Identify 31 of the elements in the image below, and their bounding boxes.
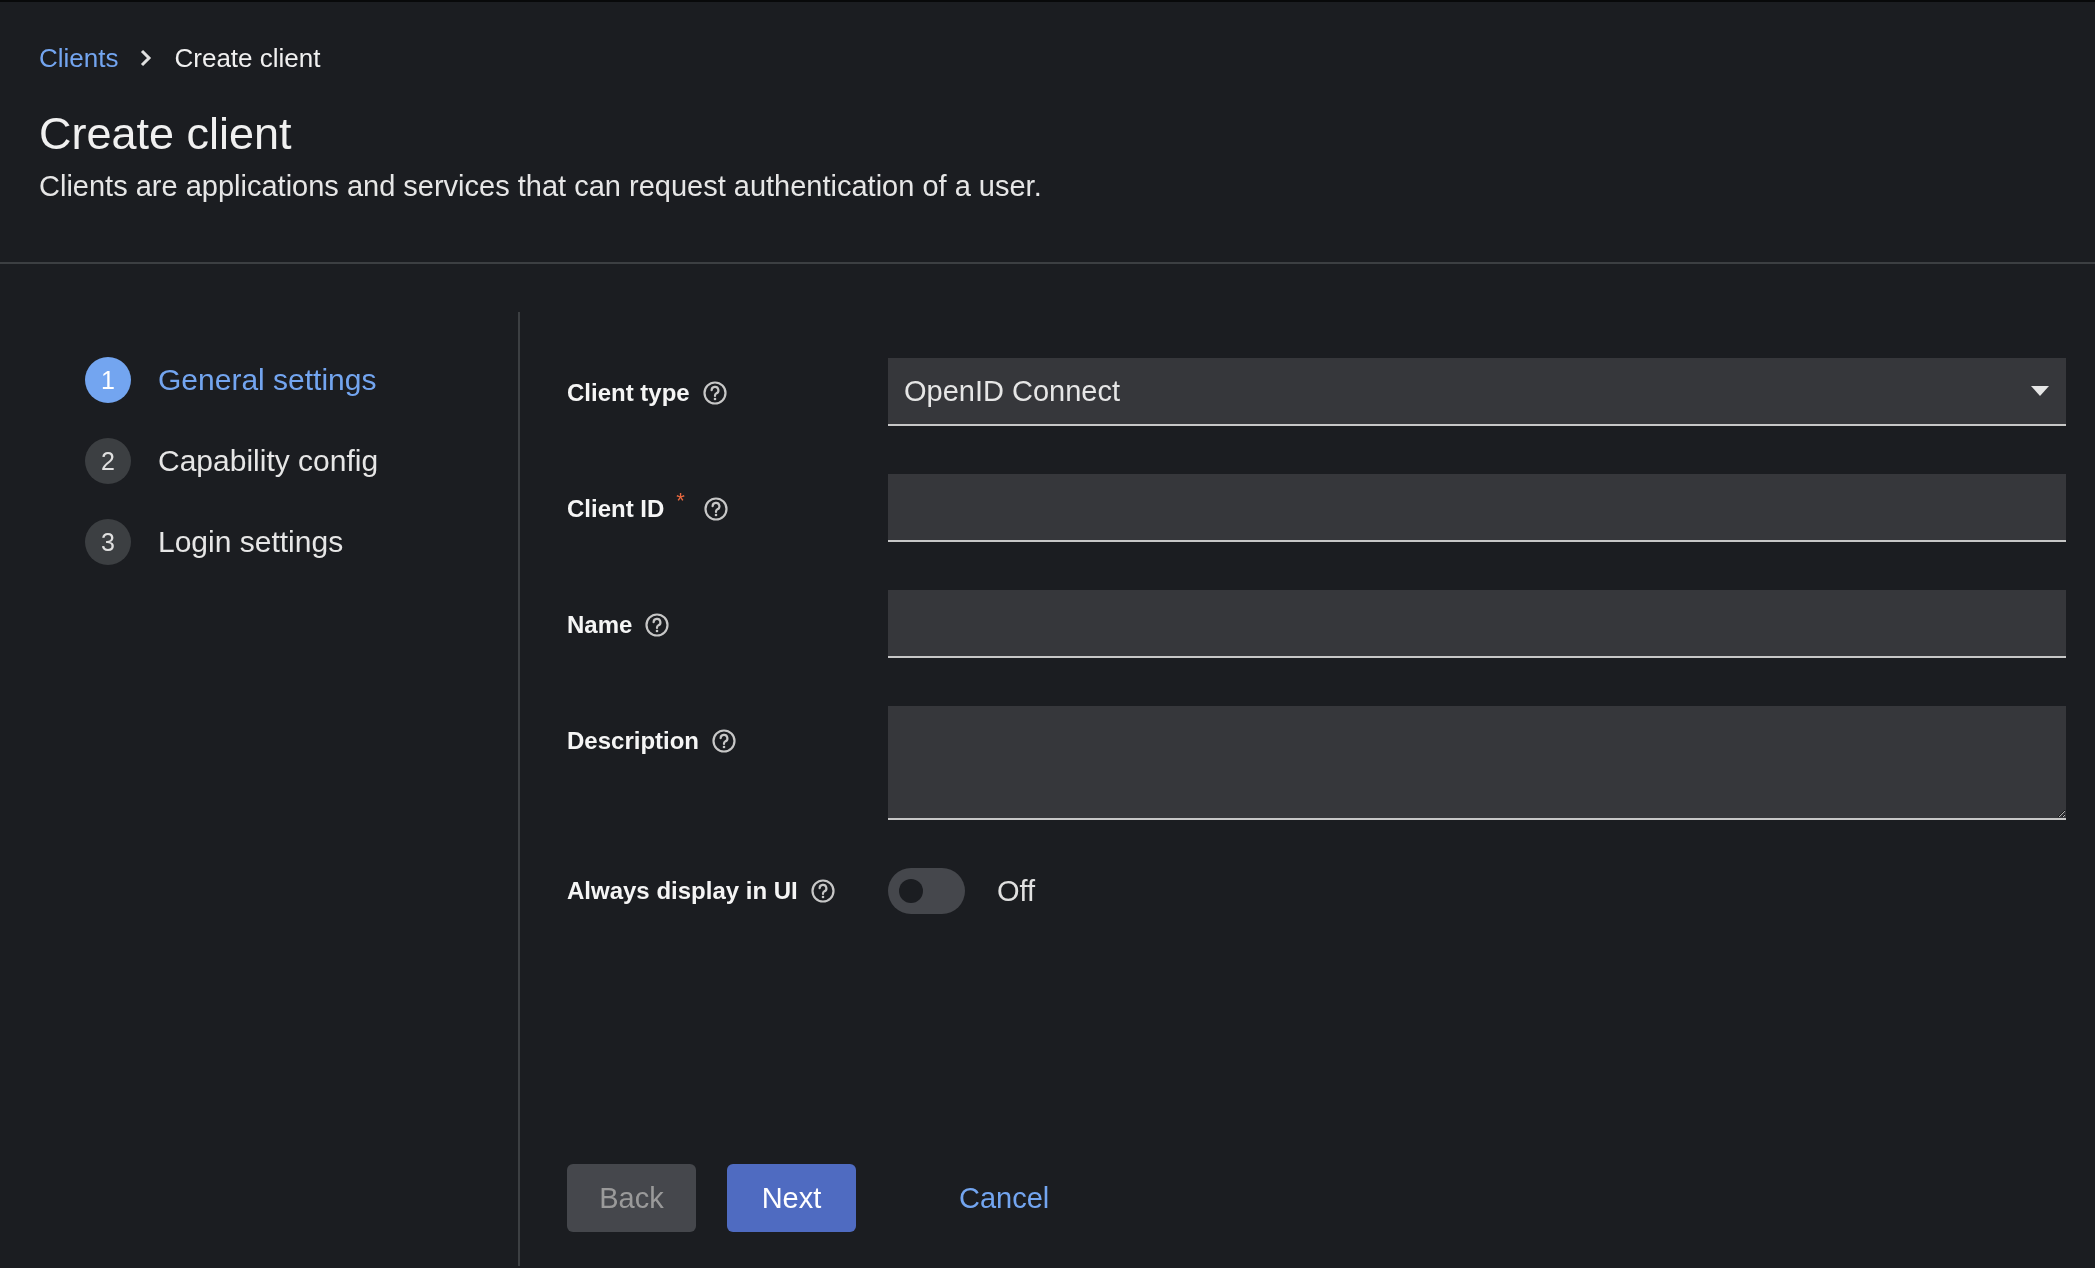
page-title: Create client (39, 108, 293, 160)
step-link[interactable]: Capability config (158, 444, 379, 478)
field-label: Client type (567, 379, 690, 407)
required-mark: * (676, 488, 685, 514)
breadcrumb-link[interactable]: Clients (39, 42, 119, 74)
chevron-icon (140, 49, 153, 67)
field-label: Description (567, 727, 700, 755)
step-number: 3 (85, 519, 131, 565)
primary-button[interactable]: Next (727, 1164, 856, 1232)
field-label: Always display in UI (567, 877, 798, 905)
input-field[interactable] (888, 474, 2066, 542)
field-label: Client ID (567, 495, 665, 523)
help-icon[interactable] (702, 496, 729, 522)
help-icon[interactable] (711, 728, 738, 754)
toggle-switch[interactable] (888, 868, 965, 914)
help-icon[interactable] (701, 380, 728, 406)
field-label: Name (567, 611, 633, 639)
toggle-state: Off (997, 874, 1036, 908)
client-type-select[interactable]: OpenID Connect (888, 358, 2066, 426)
step-number: 1 (85, 357, 131, 403)
step-link[interactable]: General settings (158, 363, 377, 397)
page-description: Clients are applications and services that can request authentication of a user. (39, 170, 1043, 203)
input-field[interactable] (888, 590, 2066, 658)
step-link[interactable]: Login settings (158, 525, 344, 559)
breadcrumb-current: Create client (174, 42, 321, 74)
caret-icon (2030, 385, 2050, 397)
help-icon[interactable] (644, 612, 671, 638)
cancel-link[interactable]: Cancel (949, 1164, 1060, 1232)
step-number: 2 (85, 438, 131, 484)
help-icon[interactable] (809, 878, 836, 904)
textarea-field[interactable] (888, 706, 2066, 820)
